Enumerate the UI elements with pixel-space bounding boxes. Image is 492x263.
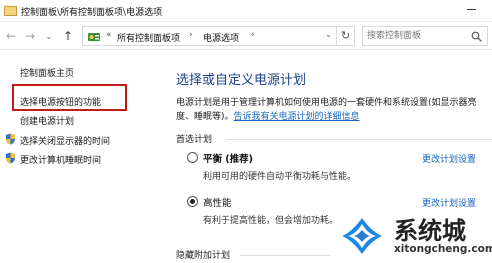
group-divider — [226, 139, 492, 140]
control-panel-icon — [4, 5, 17, 16]
back-arrow-icon[interactable]: ← — [4, 29, 18, 43]
balanced-plan-description: 利用可用的硬件自动平衡功耗与性能。 — [203, 172, 357, 182]
shield-icon — [6, 152, 15, 164]
address-bar[interactable]: « 所有控制面板项 › 电源选项 › ⌄ — [82, 26, 337, 46]
sidebar-item-sleep-time[interactable]: 更改计算机睡眠时间 — [20, 153, 101, 166]
preferred-plans-label: 首选计划 — [176, 135, 213, 145]
sidebar: 控制面板主页 选择电源按钮的功能 创建电源计划 选择关闭显示器的时间 更改计算机… — [0, 51, 160, 263]
page-description: 电源计划是用于管理计算机如何使用电源的一套硬件和系统设置(如显示器亮 度、睡眠等… — [176, 96, 492, 124]
up-arrow-icon[interactable]: ↑ — [61, 29, 75, 43]
page-title: 选择或自定义电源计划 — [176, 73, 307, 88]
watermark: 系统城 xitongcheng.com — [332, 206, 492, 263]
sidebar-item-control-panel-home[interactable]: 控制面板主页 — [20, 66, 74, 79]
watermark-logo-icon — [342, 218, 382, 254]
breadcrumb-separator-icon[interactable]: › — [189, 30, 193, 40]
balanced-change-settings-link[interactable]: 更改计划设置 — [422, 152, 476, 165]
watermark-text: 系统城 — [394, 217, 466, 245]
refresh-button[interactable]: ↻ — [337, 26, 355, 46]
address-dropdown-icon[interactable]: ⌄ — [325, 30, 332, 39]
breadcrumb-power-options[interactable]: 电源选项 — [203, 31, 239, 44]
high-performance-plan-radio[interactable] — [187, 196, 198, 207]
sidebar-item-display-off[interactable]: 选择关闭显示器的时间 — [20, 134, 110, 147]
description-text: 电源计划是用于管理计算机如何使用电源的一套硬件和系统设置(如显示器亮 — [176, 98, 477, 108]
address-overflow-icon[interactable]: « — [106, 30, 112, 40]
forward-arrow-icon[interactable]: → — [23, 29, 37, 43]
breadcrumb-all-items[interactable]: 所有控制面板项 — [117, 31, 180, 44]
minimize-button[interactable] — [467, 9, 476, 10]
search-box[interactable] — [362, 26, 488, 46]
breadcrumb-separator-icon[interactable]: › — [251, 30, 255, 40]
learn-more-link[interactable]: 告诉我有关电源计划的详细信息 — [234, 112, 360, 122]
high-performance-plan-name[interactable]: 高性能 — [203, 195, 232, 209]
description-text: 度、睡眠等)。 — [176, 112, 234, 122]
high-performance-plan-description: 有利于提高性能，但会增加功耗。 — [203, 216, 339, 226]
search-input[interactable] — [367, 29, 467, 43]
sidebar-item-create-plan[interactable]: 创建电源计划 — [20, 114, 74, 127]
hidden-plans-label[interactable]: 隐藏附加计划 — [176, 248, 230, 261]
navigation-bar: ← → ⌄ ↑ « 所有控制面板项 › 电源选项 › ⌄ ↻ — [0, 22, 492, 50]
description-line: 度、睡眠等)。告诉我有关电源计划的详细信息 — [176, 110, 492, 124]
group-divider — [240, 255, 330, 256]
balanced-plan-radio[interactable] — [187, 152, 198, 163]
search-icon — [471, 31, 482, 42]
title-bar: 控制面板\所有控制面板项\电源选项 — [0, 0, 492, 22]
control-panel-icon — [88, 33, 100, 41]
sidebar-item-power-button[interactable]: 选择电源按钮的功能 — [20, 95, 101, 108]
recent-locations-icon[interactable]: ⌄ — [42, 30, 56, 44]
balanced-plan-name[interactable]: 平衡 (推荐) — [203, 151, 253, 165]
watermark-url: xitongcheng.com — [394, 243, 492, 255]
shield-icon — [6, 133, 15, 145]
window-title: 控制面板\所有控制面板项\电源选项 — [21, 8, 163, 18]
